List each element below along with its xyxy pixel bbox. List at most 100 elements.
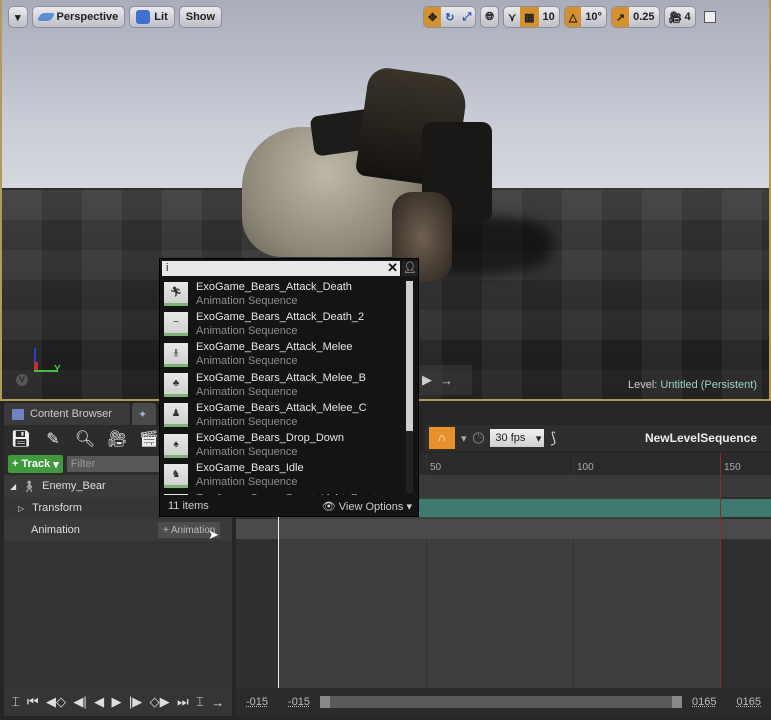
user-filter-icon[interactable]: 👤︎	[402, 261, 418, 276]
asset-list-scrollbar[interactable]	[406, 281, 413, 493]
set-end-icon[interactable]: ⌶	[196, 694, 204, 710]
camera-speed-group: 🎥︎ 4	[663, 6, 696, 28]
ruler-tick-150: 150	[724, 462, 741, 473]
play-icon[interactable]: ▶	[111, 694, 121, 710]
snap-options-dropdown[interactable]: ▾	[461, 432, 467, 445]
asset-item[interactable]: ♞ ExoGame_Bears_Idle Animation Sequence	[162, 461, 405, 491]
clapperboard-icon[interactable]: 🎬︎	[138, 428, 160, 450]
asset-item[interactable]: ♣ ExoGame_Bears_Attack_Melee_B Animation S…	[162, 370, 405, 400]
view-options-label: View Options	[338, 500, 404, 513]
asset-search-input[interactable]: i ✕	[162, 260, 400, 276]
jump-to-end-icon[interactable]: ⏭	[177, 694, 189, 710]
grid-snap-value[interactable]: 10	[539, 7, 559, 27]
viewport-options-button[interactable]: ▾	[8, 6, 28, 28]
scale-snap-value-text: 0.25	[633, 11, 655, 23]
save-icon[interactable]: 💾︎	[10, 428, 32, 450]
plus-icon: +	[163, 524, 169, 536]
ruler-tick-50: 50	[430, 462, 442, 473]
translate-icon: ✥	[428, 11, 438, 24]
clock-icon[interactable]: 🕒︎	[473, 430, 485, 447]
save-as-icon[interactable]: ✎	[42, 428, 64, 450]
magnet-icon: ∩	[438, 432, 446, 444]
asset-item[interactable]: 𐀪 ExoGame_Bears_Attack_Melee Animation Seq…	[162, 340, 405, 370]
skeletal-mesh-icon: 🚶︎	[22, 480, 37, 493]
scale-mode-button[interactable]: ⤢	[458, 7, 475, 27]
perspective-button[interactable]: Perspective	[31, 6, 126, 28]
view-mode-icon[interactable]: V	[16, 374, 28, 386]
play-reverse-icon[interactable]: ◀	[94, 694, 104, 710]
asset-item[interactable]: ~ ExoGame_Bears_Attack_Death_2 Animation S…	[162, 309, 405, 339]
range-end[interactable]: 0165	[727, 696, 771, 708]
rotate-mode-button[interactable]: ↻	[441, 7, 458, 27]
viewport-nav-overlay: ▶ →	[412, 365, 472, 395]
grid-snap-group: ⋎ ▦ 10	[503, 6, 560, 28]
bear-character-mesh[interactable]	[242, 65, 502, 282]
step-forward-icon[interactable]: |▶	[129, 694, 142, 710]
translate-mode-button[interactable]: ✥	[424, 7, 442, 27]
lane-animation	[236, 519, 771, 539]
camera-icon[interactable]: 🎥︎	[106, 428, 128, 450]
world-coords-button[interactable]: 🌐︎	[481, 7, 498, 27]
curve-editor-icon[interactable]: ⟆	[550, 429, 556, 447]
clear-search-icon[interactable]: ✕	[387, 260, 398, 275]
level-name: Untitled (Persistent)	[660, 379, 757, 391]
snap-magnet-button[interactable]: ∩	[429, 427, 455, 449]
tab-content-browser[interactable]: Content Browser	[4, 403, 130, 425]
level-prefix: Level:	[627, 379, 658, 391]
loop-icon[interactable]: →	[211, 695, 224, 710]
asset-name: ExoGame_Bears_Attack_Death	[196, 280, 352, 293]
collapse-arrow-icon[interactable]: ◢	[10, 482, 16, 491]
view-options-button[interactable]: 👁︎ View Options ▾	[322, 500, 412, 513]
show-button[interactable]: Show	[178, 6, 223, 28]
set-start-icon[interactable]: ⌶	[12, 694, 20, 710]
grid-snap-toggle[interactable]: ▦	[520, 7, 539, 27]
camera-speed-button[interactable]: 🎥︎ 4	[665, 7, 695, 27]
item-count: 11 items	[168, 500, 209, 512]
tree-row-animation[interactable]: Animation + Animation ➤	[4, 519, 232, 542]
scrollbar-thumb[interactable]	[406, 281, 413, 431]
sequencer-tab-icon: ✦	[138, 408, 148, 421]
animation-thumbnail-icon: 𐀪	[164, 342, 188, 367]
prev-key-icon[interactable]: ◀◇	[46, 694, 66, 710]
next-key-icon[interactable]: ◇▶	[150, 694, 170, 710]
playback-end-marker[interactable]	[720, 453, 721, 688]
asset-item[interactable]: 🏃︎ ExoGame_Bears_Attack_Death Animation Se…	[162, 279, 405, 309]
expand-arrow-icon[interactable]: ▷	[18, 504, 24, 513]
view-start[interactable]: -015	[278, 696, 320, 708]
maximize-viewport-button[interactable]	[703, 11, 716, 23]
transport-controls: ⌶ ⏮ ◀◇ ◀| ◀ ▶ |▶ ◇▶ ⏭ ⌶ →	[4, 688, 232, 716]
jump-to-start-icon[interactable]: ⏮	[27, 694, 39, 710]
asset-name: ExoGame_Bears_Attack_Melee	[196, 341, 353, 354]
surface-snap-icon: ⋎	[508, 11, 517, 24]
coordinate-system-group: 🌐︎	[480, 6, 500, 28]
animation-thumbnail-icon: ♣	[164, 373, 188, 398]
asset-item[interactable]: ·ExoGame_Bears_React_Light_FrontAnimatio…	[162, 491, 405, 495]
add-track-button[interactable]: + Track ▾	[8, 455, 63, 473]
asset-name: ExoGame_Bears_React_Light_Front	[196, 493, 376, 495]
scale-snap-value[interactable]: 0.25	[629, 7, 658, 27]
view-range-slider[interactable]	[320, 696, 683, 708]
track-label: Track	[21, 458, 51, 470]
grid-icon: ▦	[524, 11, 535, 24]
lit-button[interactable]: Lit	[129, 6, 175, 28]
tab-sequencer[interactable]: ✦	[132, 403, 156, 425]
arrow-right-icon[interactable]: →	[440, 373, 453, 388]
animation-thumbnail-icon: ·	[164, 494, 188, 495]
perspective-icon	[36, 13, 55, 21]
surface-snap-button[interactable]: ⋎	[504, 7, 520, 27]
rotation-snap-group: △ 10°	[563, 6, 607, 28]
asset-type: Animation Sequence	[196, 294, 298, 307]
play-icon[interactable]: ▶	[422, 372, 432, 388]
fps-dropdown[interactable]: 30 fps ▾	[490, 429, 545, 447]
asset-name: ExoGame_Bears_Attack_Melee_C	[196, 401, 367, 414]
step-back-icon[interactable]: ◀|	[73, 694, 86, 710]
rotation-snap-toggle[interactable]: △	[564, 7, 582, 27]
range-start[interactable]: -015	[236, 696, 278, 708]
asset-item[interactable]: ♠ ExoGame_Bears_Drop_Down Animation Sequen…	[162, 430, 405, 460]
scale-arrow-icon: ↗	[615, 11, 626, 24]
asset-item[interactable]: ♟ ExoGame_Bears_Attack_Melee_C Animation S…	[162, 400, 405, 430]
rotation-snap-value[interactable]: 10°	[581, 7, 606, 27]
scale-snap-toggle[interactable]: ↗	[611, 7, 630, 27]
view-end[interactable]: 0165	[682, 696, 726, 708]
search-icon[interactable]: 🔍︎	[74, 428, 96, 450]
